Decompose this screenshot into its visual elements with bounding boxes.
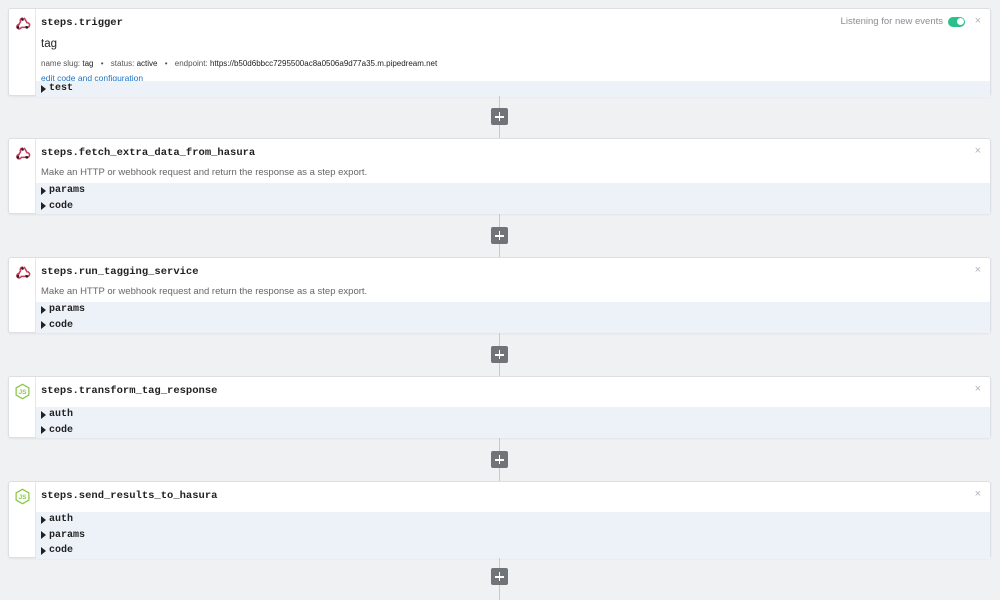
step-sections: auth params code — [36, 512, 990, 559]
trigger-card: steps.trigger Listening for new events ×… — [8, 8, 991, 97]
step-sections: auth code — [36, 407, 990, 438]
section-code[interactable]: code — [36, 199, 990, 215]
listening-text: Listening for new events — [840, 16, 943, 27]
caret-right-icon — [41, 426, 46, 435]
section-params[interactable]: params — [36, 183, 990, 199]
step-title: steps.fetch_extra_data_from_hasura — [41, 147, 256, 159]
caret-right-icon — [41, 410, 46, 419]
section-label: code — [49, 319, 74, 331]
step-sections: test — [36, 81, 990, 97]
section-code[interactable]: code — [36, 423, 990, 439]
step-description: Make an HTTP or webhook request and retu… — [41, 167, 368, 178]
section-params[interactable]: params — [36, 528, 990, 544]
caret-right-icon — [41, 84, 46, 93]
close-icon[interactable]: × — [975, 488, 981, 500]
caret-right-icon — [41, 321, 46, 330]
section-label: auth — [49, 514, 74, 526]
close-icon[interactable]: × — [975, 145, 981, 157]
step-gutter — [9, 377, 36, 437]
webhook-icon — [14, 145, 31, 162]
section-label: params — [49, 304, 86, 316]
step-card: steps.send_results_to_hasura × auth para… — [8, 481, 991, 559]
step-title: steps.trigger — [41, 17, 123, 29]
section-label: params — [49, 185, 86, 197]
section-label: params — [49, 529, 86, 541]
trigger-name: tag — [41, 38, 57, 50]
section-label: code — [49, 424, 74, 436]
webhook-icon — [14, 15, 31, 32]
status-value: active — [136, 59, 158, 68]
step-sections: params code — [36, 183, 990, 214]
close-icon[interactable]: × — [975, 264, 981, 276]
trigger-meta: name slug: tag • status: active • endpoi… — [41, 59, 437, 68]
caret-right-icon — [41, 531, 46, 540]
add-step-button[interactable] — [491, 568, 508, 585]
step-title: steps.transform_tag_response — [41, 385, 218, 397]
separator: • — [164, 59, 168, 68]
step-title: steps.send_results_to_hasura — [41, 490, 218, 502]
webhook-icon — [14, 264, 31, 281]
step-gutter — [9, 9, 36, 95]
step-card: steps.run_tagging_service × Make an HTTP… — [8, 257, 991, 333]
section-code[interactable]: code — [36, 543, 990, 559]
step-description: Make an HTTP or webhook request and retu… — [41, 286, 368, 297]
separator: • — [100, 59, 104, 68]
section-code[interactable]: code — [36, 318, 990, 334]
section-params[interactable]: params — [36, 302, 990, 318]
section-test[interactable]: test — [36, 81, 990, 97]
close-icon[interactable]: × — [975, 383, 981, 395]
step-gutter — [9, 482, 36, 557]
caret-right-icon — [41, 546, 46, 555]
step-card: steps.transform_tag_response × auth code — [8, 376, 991, 438]
step-gutter — [9, 258, 36, 332]
nodejs-icon — [14, 488, 31, 505]
add-step-button[interactable] — [491, 227, 508, 244]
caret-right-icon — [41, 186, 46, 195]
add-step-button[interactable] — [491, 346, 508, 363]
listening-toggle[interactable] — [948, 16, 965, 27]
add-step-button[interactable] — [491, 108, 508, 125]
section-auth[interactable]: auth — [36, 512, 990, 528]
caret-right-icon — [41, 515, 46, 524]
slug-value: tag — [82, 59, 94, 68]
status-label: status: — [110, 59, 135, 68]
caret-right-icon — [41, 305, 46, 314]
section-label: test — [49, 83, 74, 95]
section-auth[interactable]: auth — [36, 407, 990, 423]
step-gutter — [9, 139, 36, 213]
endpoint-label: endpoint: — [174, 59, 208, 68]
section-label: auth — [49, 409, 74, 421]
step-sections: params code — [36, 302, 990, 333]
nodejs-icon — [14, 383, 31, 400]
slug-label: name slug: — [41, 59, 81, 68]
add-step-button[interactable] — [491, 451, 508, 468]
close-icon[interactable]: × — [975, 15, 981, 27]
step-card: steps.fetch_extra_data_from_hasura × Mak… — [8, 138, 991, 214]
section-label: code — [49, 200, 74, 212]
caret-right-icon — [41, 202, 46, 211]
step-title: steps.run_tagging_service — [41, 266, 199, 278]
listening-status: Listening for new events — [841, 16, 965, 27]
section-label: code — [49, 545, 74, 557]
endpoint-value: https://b50d6bbcc7295500ac8a0506a9d77a35… — [209, 59, 438, 68]
